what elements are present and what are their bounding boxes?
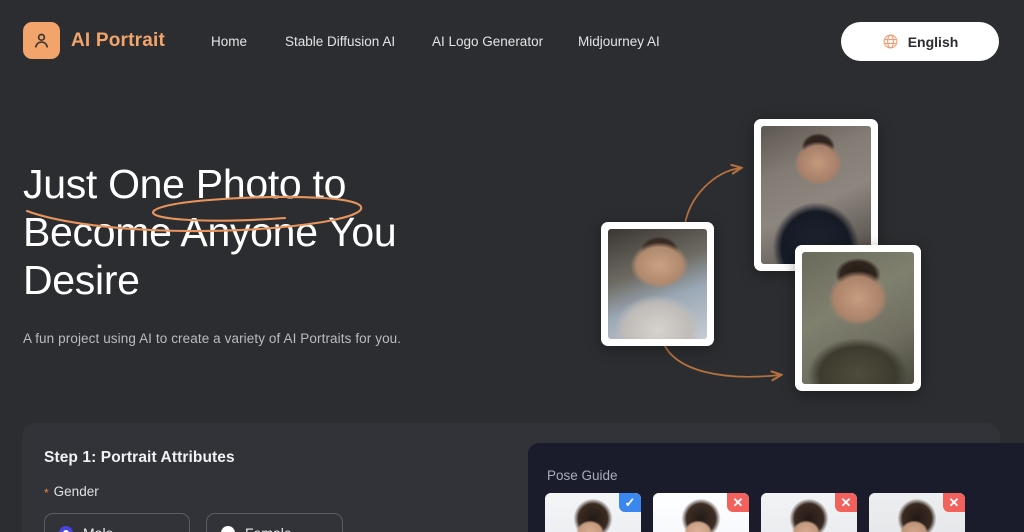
pose-thumbnail-2[interactable]: ✕ [653,493,749,532]
pose-thumbnail-2-cross-icon[interactable]: ✕ [727,493,749,512]
pose-thumbnail-1[interactable]: ✓ [545,493,641,532]
gender-option-male[interactable]: Male [44,513,190,532]
site-header: AI Portrait Home Stable Diffusion AI AI … [0,0,1024,82]
pose-guide-thumbnail-list: ✓ ✕ ✕ ✕ [545,493,965,532]
gender-option-male-label: Male [83,525,113,532]
brand-name: AI Portrait [71,29,166,51]
gender-option-female-label: Female [245,525,292,532]
gender-radio-group: Male Female [44,513,343,532]
source-photo [601,222,714,346]
pose-thumbnail-4[interactable]: ✕ [869,493,965,532]
required-asterisk-icon: * [44,485,49,500]
pose-guide-title: Pose Guide [547,468,618,483]
nav-item-stable-diffusion[interactable]: Stable Diffusion AI [285,32,432,51]
arrow-to-casual-photo [662,341,780,377]
page-title: Just One Photo to Become Anyone You Desi… [23,161,397,303]
result-photo-casual-image [802,252,914,384]
arrow-to-suit-photo [684,168,740,225]
pose-thumbnail-3-cross-icon[interactable]: ✕ [835,493,857,512]
pose-thumbnail-3[interactable]: ✕ [761,493,857,532]
pose-guide-panel: Pose Guide ✓ ✕ ✕ ✕ [528,443,1024,532]
person-avatar-icon [23,22,60,59]
source-photo-image [608,229,707,339]
gender-label-text: Gender [53,484,99,499]
result-photo-suit-image [761,126,871,264]
main-navigation: Home Stable Diffusion AI AI Logo Generat… [211,32,698,51]
globe-icon [883,34,898,49]
step-title: Step 1: Portrait Attributes [44,449,235,466]
nav-item-logo-generator[interactable]: AI Logo Generator [432,32,578,51]
radio-female-icon[interactable] [221,526,235,532]
language-selector-button[interactable]: English [841,22,999,61]
pose-thumbnail-1-check-icon[interactable]: ✓ [619,493,641,512]
gender-option-female[interactable]: Female [206,513,343,532]
radio-male-icon[interactable] [59,526,73,532]
hero-subtitle: A fun project using AI to create a varie… [23,331,402,346]
gender-field-label: * Gender [44,484,99,499]
pose-thumbnail-4-cross-icon[interactable]: ✕ [943,493,965,512]
language-label: English [907,33,959,50]
nav-item-home[interactable]: Home [211,32,285,51]
result-photo-casual [795,245,921,391]
hero-text-block: Just One Photo to Become Anyone You Desi… [23,160,483,304]
brand-logo[interactable]: AI Portrait [23,22,165,59]
nav-item-midjourney[interactable]: Midjourney AI [578,32,698,51]
